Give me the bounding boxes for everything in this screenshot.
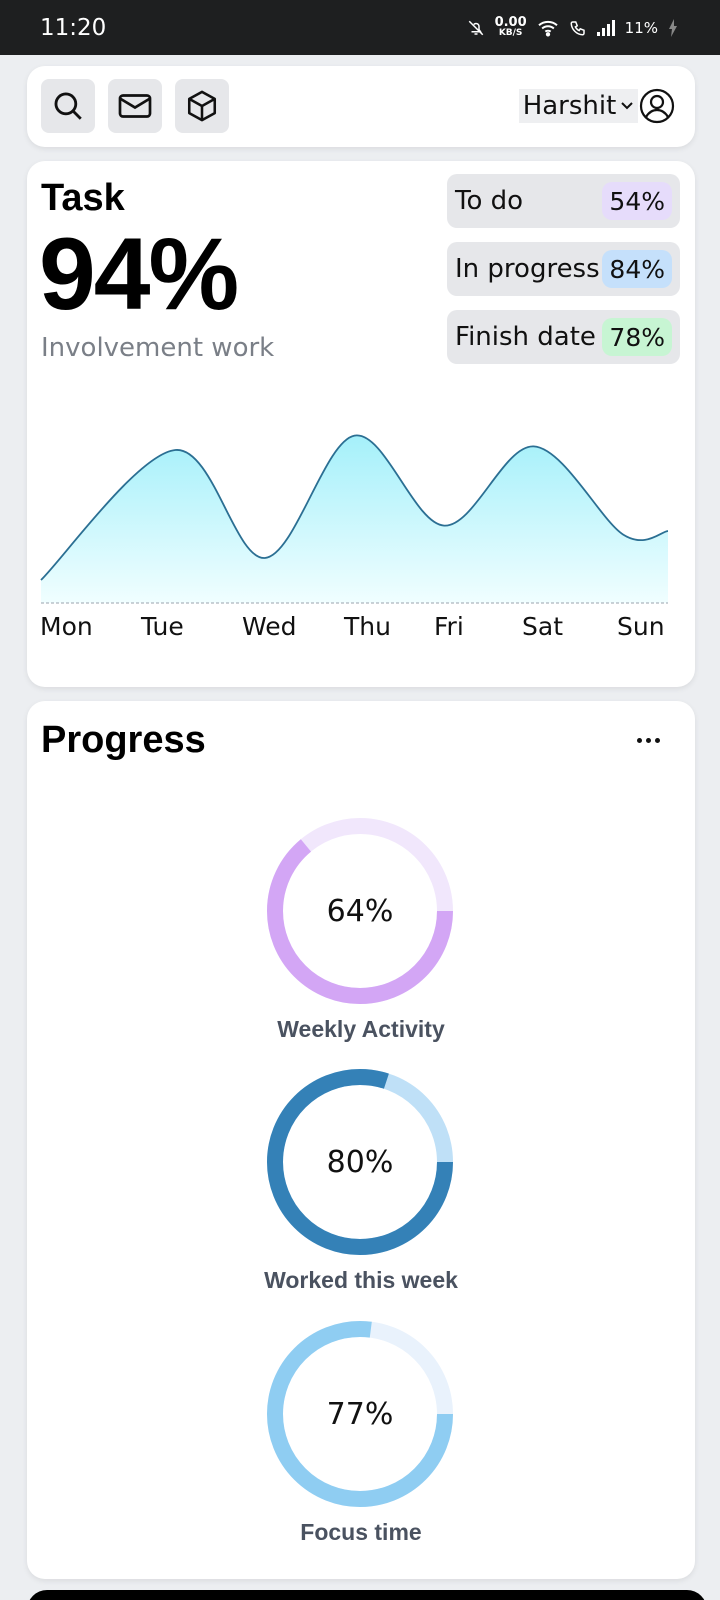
user-name: Harshit: [522, 91, 617, 121]
mail-icon: [118, 94, 152, 118]
wifi-icon: [537, 20, 558, 36]
ring-weekly-activity-label: Weekly Activity: [277, 1016, 445, 1042]
status-bar: 11:20 0.00 KB/S 11%: [0, 0, 720, 55]
ring-worked-this-week: 80% Worked this week: [27, 1069, 695, 1309]
signal-icon: [596, 19, 615, 36]
x-tick-label: Thu: [343, 612, 391, 641]
x-tick-label: Wed: [242, 612, 297, 641]
bottom-nav-edge: [27, 1590, 707, 1600]
user-dropdown[interactable]: Harshit: [519, 89, 638, 123]
mute-icon: [468, 20, 483, 35]
header-card: Harshit: [27, 66, 695, 147]
ring-worked-this-week-label: Worked this week: [264, 1267, 458, 1293]
x-tick-label: Mon: [40, 612, 93, 641]
ring-focus-time-value: 77%: [326, 1396, 394, 1432]
area-fill: [41, 435, 668, 603]
area-chart: Mon Tue Wed Thu Fri Sat Sun: [40, 434, 669, 641]
status-time: 11:20: [40, 14, 107, 41]
net-speed-unit: KB/S: [498, 27, 523, 38]
x-tick-label: Tue: [140, 612, 184, 641]
battery-text: 11%: [624, 18, 658, 37]
search-icon: [54, 92, 82, 120]
ring-focus-time: 77% Focus time: [27, 1321, 695, 1561]
x-tick-label: Fri: [434, 612, 464, 641]
progress-card: Progress 64% Weekly Activity 80% Worked …: [27, 701, 695, 1579]
box-button[interactable]: [175, 79, 229, 133]
ring-focus-time-label: Focus time: [300, 1519, 422, 1545]
more-dot-icon: [636, 737, 642, 743]
x-tick-label: Sun: [617, 612, 665, 641]
search-button[interactable]: [41, 79, 95, 133]
box-icon: [187, 90, 217, 122]
net-speed: 0.00 KB/S: [494, 14, 527, 38]
ring-worked-this-week-value: 80%: [326, 1144, 394, 1180]
ring-weekly-activity-value: 64%: [326, 893, 394, 929]
avatar-icon[interactable]: [639, 88, 675, 124]
more-dot-icon: [645, 737, 651, 743]
more-options-button[interactable]: [631, 723, 665, 757]
progress-title: Progress: [41, 719, 206, 761]
chevron-down-icon: [621, 102, 634, 110]
net-speed-value: 0.00: [494, 14, 527, 30]
x-tick-label: Sat: [522, 612, 563, 641]
ring-weekly-activity: 64% Weekly Activity: [27, 818, 695, 1058]
mail-button[interactable]: [108, 79, 162, 133]
status-icons: 0.00 KB/S 11%: [467, 14, 678, 38]
task-card: Task 94% Involvement work To do 54% In p…: [27, 161, 695, 687]
call-icon: [570, 20, 585, 36]
charging-icon: [669, 18, 677, 37]
more-dot-icon: [654, 737, 660, 743]
